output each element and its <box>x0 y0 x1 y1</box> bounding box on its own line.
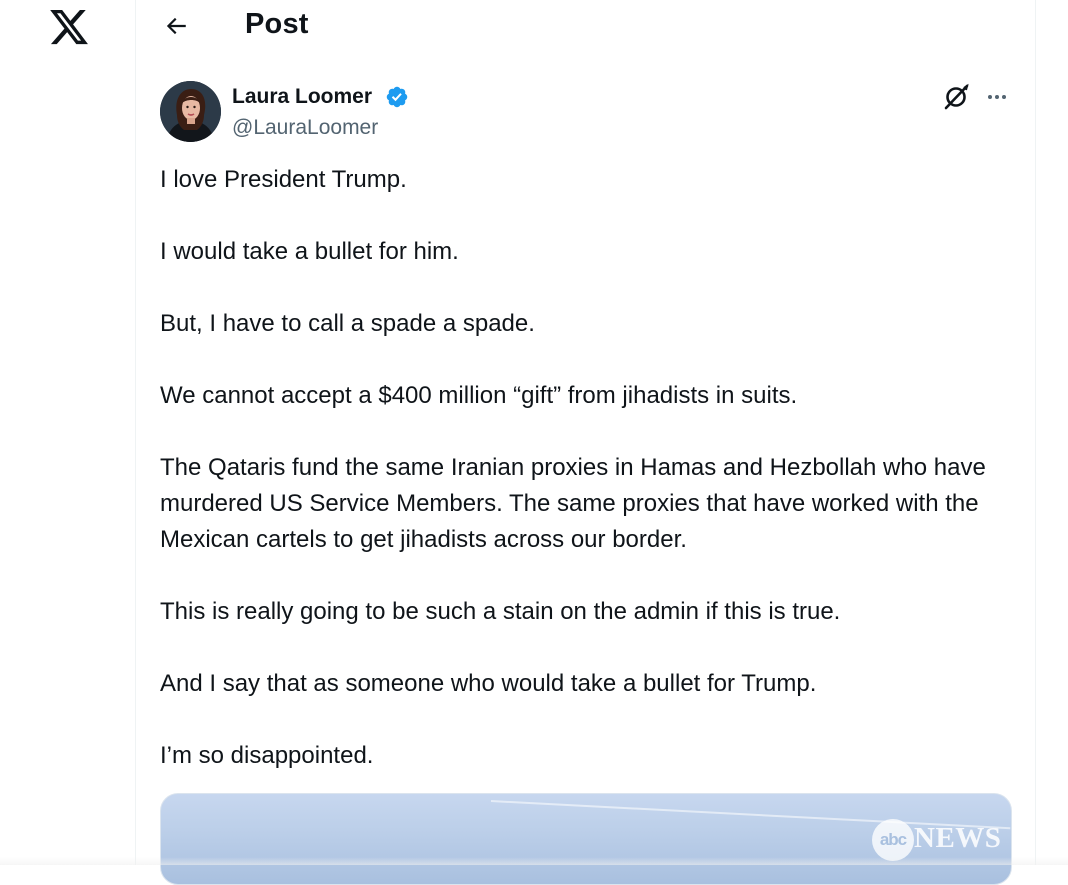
news-watermark: NEWS <box>914 822 1002 854</box>
page-title: Post <box>245 8 309 40</box>
x-logo-icon[interactable] <box>47 6 91 48</box>
primary-column: Post Laura Loomer @LauraLoomer I love Pr… <box>135 0 1036 885</box>
post-paragraph: This is really going to be such a stain … <box>160 598 841 625</box>
abc-logo: abc <box>872 819 914 861</box>
post-paragraph: I would take a bullet for him. <box>160 238 459 265</box>
post-paragraph: I love President Trump. <box>160 166 407 193</box>
page-header: Post <box>136 0 1035 52</box>
post-text: I love President Trump. I would take a b… <box>160 162 1020 774</box>
post-paragraph: We cannot accept a $400 million “gift” f… <box>160 382 798 409</box>
avatar[interactable] <box>160 81 221 142</box>
grok-button[interactable] <box>941 82 971 112</box>
post-paragraph: And I say that as someone who would take… <box>160 670 817 697</box>
post-media-image[interactable]: abc NEWS <box>160 793 1012 885</box>
more-horizontal-icon <box>988 95 1006 99</box>
post-paragraph: But, I have to call a spade a spade. <box>160 310 535 337</box>
left-nav-rail <box>0 0 136 865</box>
author-handle[interactable]: @LauraLoomer <box>232 114 378 142</box>
post-paragraph: I’m so disappointed. <box>160 742 374 769</box>
back-button[interactable] <box>158 8 194 44</box>
arrow-left-icon <box>166 17 186 35</box>
author-name[interactable]: Laura Loomer <box>232 83 372 111</box>
post-paragraph: The Qataris fund the same Iranian proxie… <box>160 454 986 553</box>
grok-icon <box>944 83 969 110</box>
verified-badge-icon <box>386 86 408 108</box>
more-button[interactable] <box>982 82 1012 112</box>
